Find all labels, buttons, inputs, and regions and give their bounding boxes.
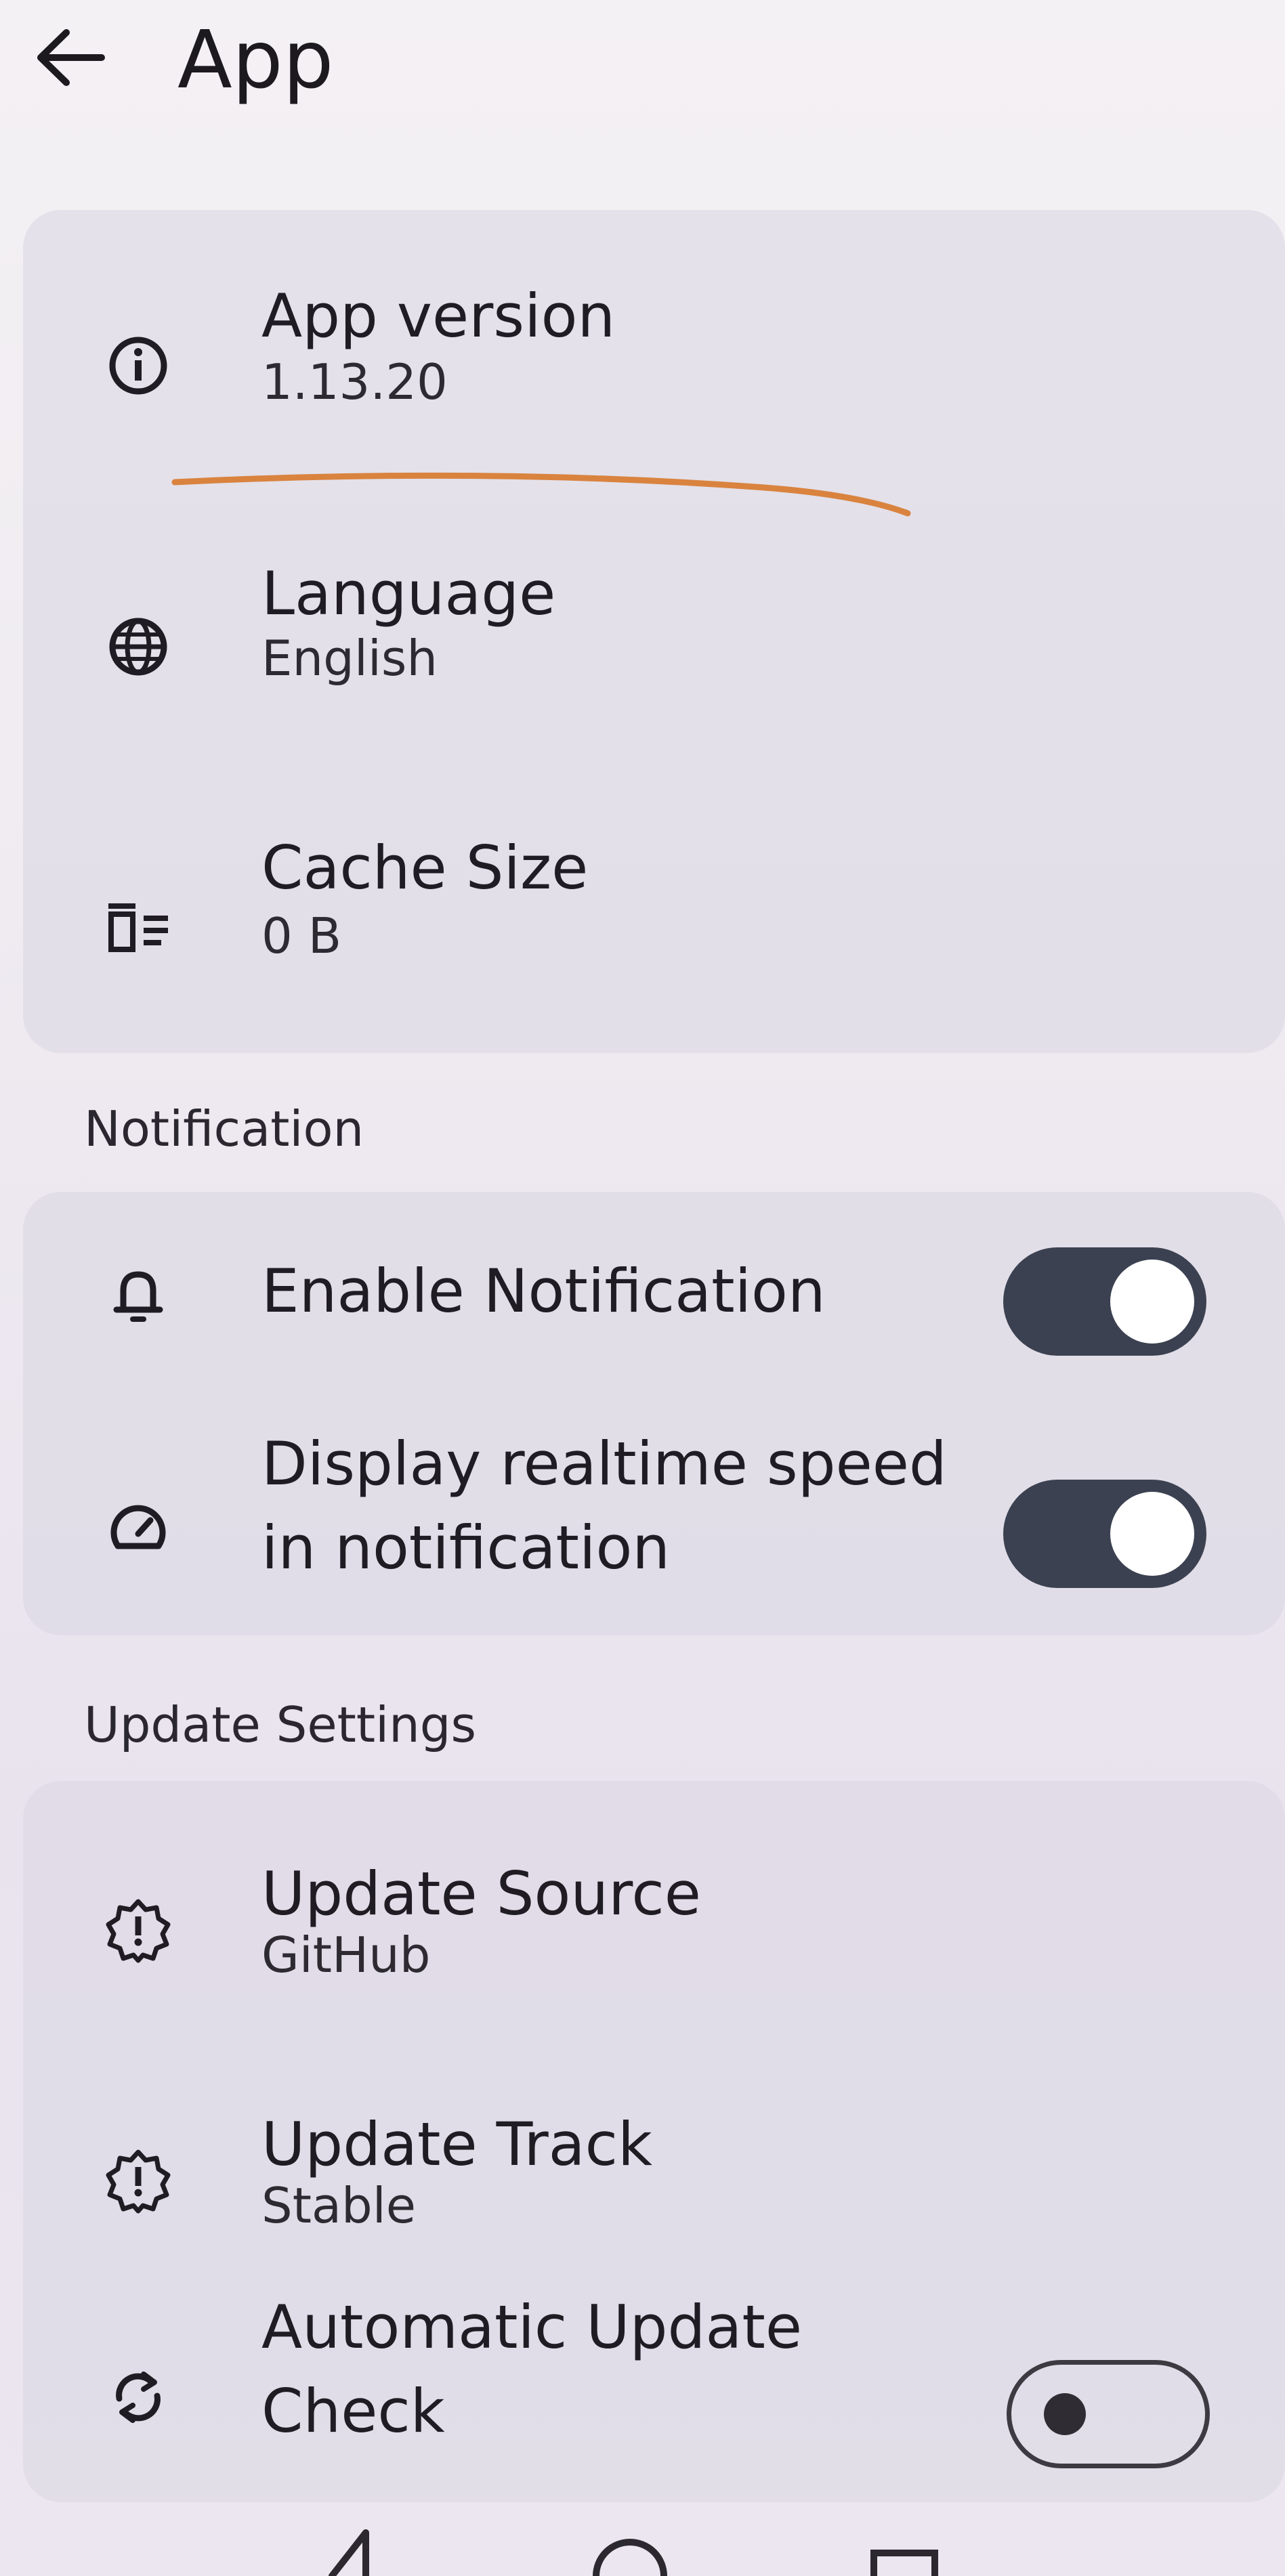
language-item[interactable]: Language English — [23, 494, 1285, 772]
bell-icon — [113, 1271, 163, 1322]
top-app-bar: App — [0, 0, 1285, 135]
update-track-title: Update Track — [261, 2109, 652, 2179]
update-source-title: Update Source — [261, 1859, 701, 1929]
app-version-value: 1.13.20 — [261, 353, 448, 410]
update-settings-section-label: Update Settings — [84, 1696, 476, 1753]
badge-alert-icon — [106, 2149, 171, 2214]
page-title: App — [177, 13, 334, 106]
system-navigation-bar — [329, 2529, 938, 2576]
cache-size-value: 0 B — [261, 907, 342, 964]
update-source-value: GitHub — [261, 1927, 431, 1983]
update-track-value: Stable — [261, 2177, 417, 2234]
realtime-speed-title: Display realtime speed in notification — [261, 1429, 947, 1583]
arrow-left-icon[interactable] — [34, 27, 108, 88]
automatic-update-check-title: Automatic Update Check — [261, 2292, 802, 2446]
language-value: English — [261, 630, 438, 687]
globe-icon — [109, 618, 167, 676]
realtime-speed-toggle[interactable] — [1003, 1480, 1206, 1588]
general-settings-card: App version 1.13.20 Language English Cac… — [23, 210, 1285, 1053]
update-settings-card: Update Source GitHub Update Track Stable… — [23, 1781, 1285, 2502]
app-version-item[interactable]: App version 1.13.20 — [23, 210, 1285, 494]
cache-size-item[interactable]: Cache Size 0 B — [23, 772, 1285, 1053]
cache-clear-icon — [108, 903, 168, 952]
automatic-update-check-item[interactable]: Automatic Update Check — [23, 2282, 1285, 2502]
enable-notification-title: Enable Notification — [261, 1256, 826, 1326]
sync-icon — [116, 2371, 161, 2423]
badge-alert-icon — [106, 1899, 171, 1963]
update-source-item[interactable]: Update Source GitHub — [23, 1781, 1285, 2032]
nav-home-icon[interactable] — [593, 2539, 667, 2576]
speedometer-icon — [110, 1505, 166, 1549]
toggle-knob — [1110, 1260, 1194, 1344]
toggle-knob — [1044, 2393, 1086, 2435]
realtime-speed-item[interactable]: Display realtime speed in notification — [23, 1402, 1285, 1635]
app-version-title: App version — [261, 281, 616, 351]
notification-section-label: Notification — [84, 1100, 364, 1157]
enable-notification-toggle[interactable] — [1003, 1247, 1206, 1356]
update-track-item[interactable]: Update Track Stable — [23, 2032, 1285, 2282]
nav-recents-icon[interactable] — [870, 2550, 938, 2576]
automatic-update-check-toggle[interactable] — [1007, 2360, 1210, 2468]
toggle-knob — [1110, 1492, 1194, 1576]
language-title: Language — [261, 559, 556, 628]
info-icon — [109, 337, 167, 395]
enable-notification-item[interactable]: Enable Notification — [23, 1192, 1285, 1402]
cache-size-title: Cache Size — [261, 833, 589, 903]
notification-card: Enable Notification Display realtime spe… — [23, 1192, 1285, 1635]
nav-back-icon[interactable] — [329, 2529, 369, 2576]
